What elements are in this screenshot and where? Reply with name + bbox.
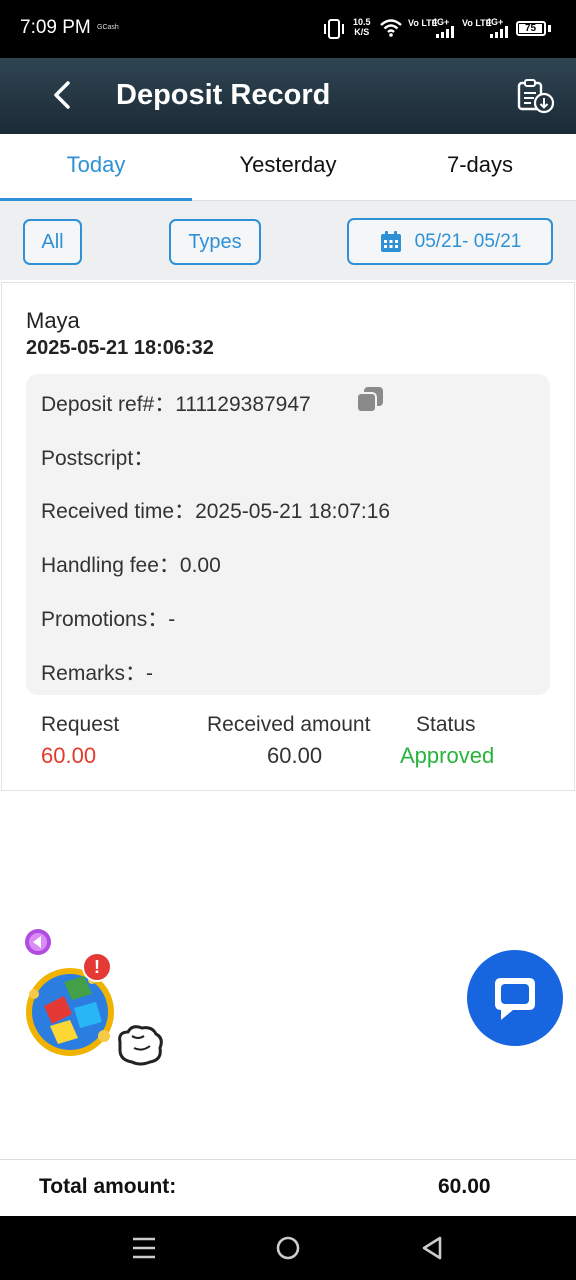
date-range-label: 05/21- 05/21 [414,230,522,252]
filter-types-label: Types [188,230,242,253]
vibrate-icon [324,19,344,39]
network-speed: 10.5 K/S [353,17,371,37]
chevron-left-icon[interactable] [50,80,76,110]
received-amount-label: Received amount [207,713,371,736]
handling-fee-row: Handling fee：0.00 [41,549,221,579]
wifi-icon [380,19,402,37]
page-title: Deposit Record [116,79,331,111]
deposit-ref-value: 111129387947 [175,393,311,416]
status-label: Status [416,713,476,736]
total-amount-label: Total amount: [39,1175,177,1198]
tab-yesterday[interactable]: Yesterday [192,152,384,178]
tab-7-days[interactable]: 7-days [384,152,576,178]
back-icon[interactable] [420,1235,444,1261]
signal-icon-2 [490,26,508,38]
tap-hand-icon [118,1025,163,1066]
footer-divider [0,1159,576,1160]
filter-all-button[interactable]: All [23,219,82,265]
postscript-row: Postscript： [41,442,154,472]
alert-badge-text: ! [94,957,100,977]
filter-all-label: All [41,230,64,253]
received-time-label: Received time： [41,500,196,523]
received-time-row: Received time：2025-05-21 18:07:16 [41,495,390,525]
speed-unit: K/S [354,27,370,37]
deposit-ref-row: Deposit ref#：111129387947 [41,388,311,418]
handling-fee-label: Handling fee： [41,554,180,577]
tab-today[interactable]: Today [0,152,192,178]
alert-badge-icon: ! [82,952,112,982]
battery-level: 75 [519,24,542,34]
chat-bubble-icon [495,978,535,1020]
date-range-button[interactable]: 05/21- 05/21 [347,218,553,265]
battery-cap [548,25,551,32]
promotions-value: - [168,608,176,631]
menu-icon[interactable] [131,1236,157,1260]
deposit-ref-label: Deposit ref#： [41,393,176,416]
received-time-value: 2025-05-21 18:07:16 [195,500,391,523]
status-time: 7:09 PM [20,17,91,38]
remarks-label: Remarks： [41,662,147,685]
status-notification-gcash: GCash [97,24,119,31]
purple-arrow-left-icon[interactable] [24,928,52,956]
request-value: 60.00 [41,743,97,768]
copy-icon[interactable] [355,386,385,414]
signal-icon [436,26,454,38]
received-amount-value: 60.00 [267,743,323,768]
remarks-value: - [146,662,154,685]
handling-fee-value: 0.00 [179,554,221,577]
clipboard-download-icon[interactable] [516,78,556,114]
record-details-box [26,374,550,695]
remarks-row: Remarks：- [41,657,153,687]
calendar-icon [380,230,401,252]
battery-icon: 75 [516,21,546,36]
record-datetime: 2025-05-21 18:06:32 [26,337,214,359]
filter-types-button[interactable]: Types [169,219,261,265]
request-label: Request [41,713,120,736]
total-amount-value: 60.00 [438,1175,491,1198]
promotions-row: Promotions：- [41,603,175,633]
speed-value: 10.5 [353,17,371,27]
postscript-label: Postscript： [41,447,155,470]
payment-method: Maya [26,308,80,333]
promotions-label: Promotions： [41,608,169,631]
home-icon[interactable] [275,1235,301,1261]
status-badge: Approved [400,743,495,768]
